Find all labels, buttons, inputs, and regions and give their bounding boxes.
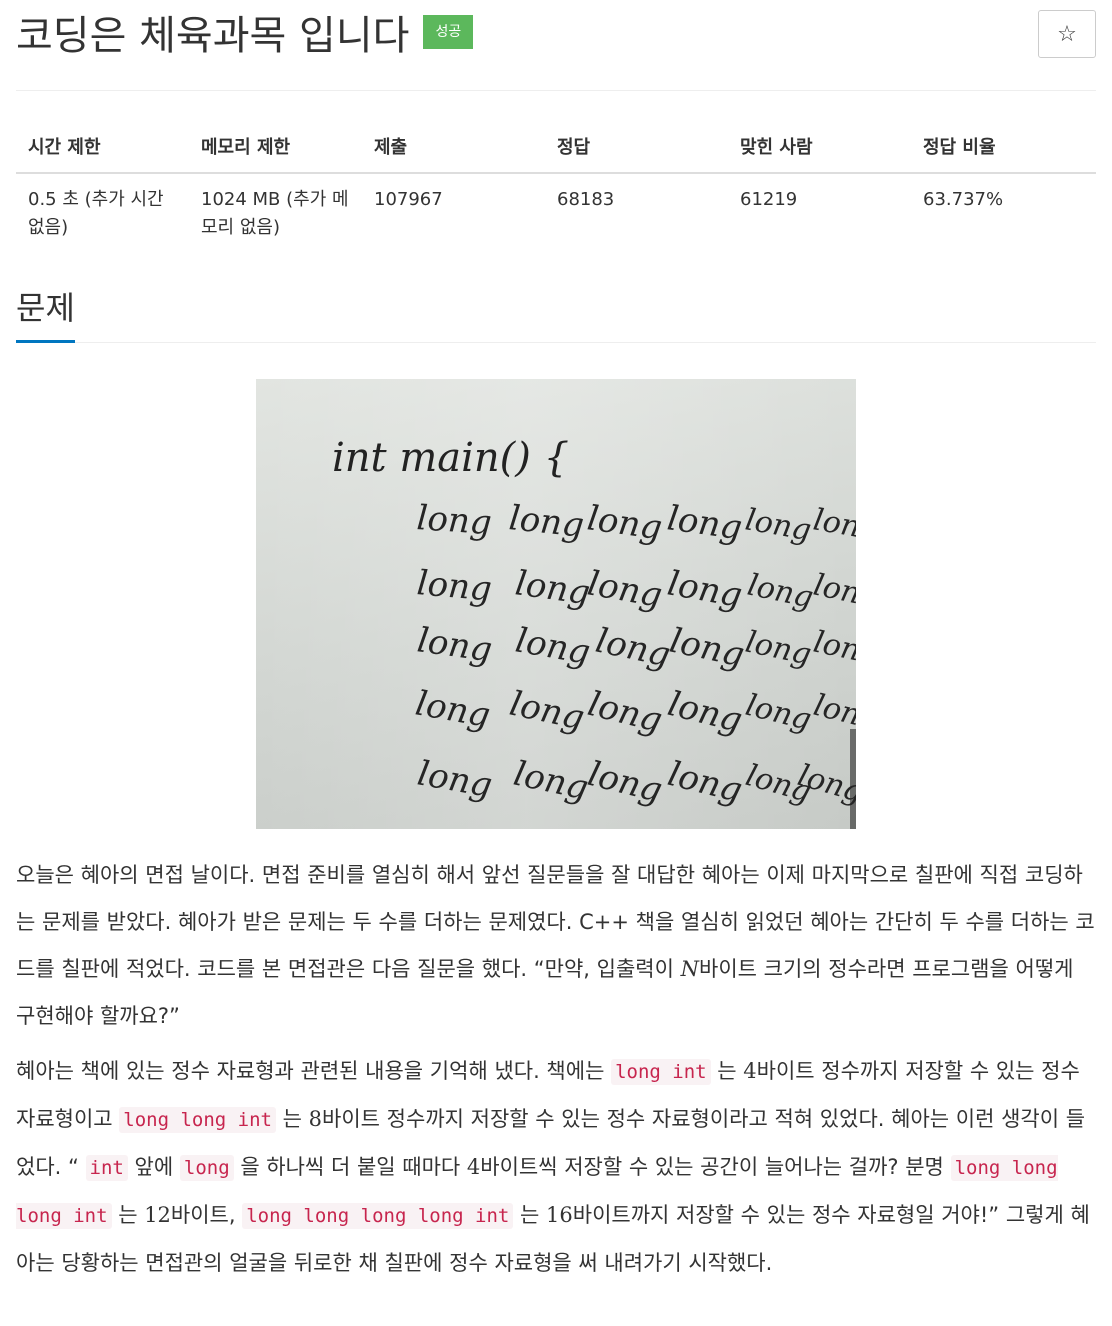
header-ratio: 정답 비율: [911, 120, 1096, 174]
star-icon: ☆: [1057, 21, 1077, 47]
header-accepted: 정답: [545, 120, 728, 174]
code-long-int: long int: [611, 1059, 711, 1085]
board-long-word: long: [415, 498, 493, 543]
status-badge: 성공: [423, 15, 474, 49]
whiteboard-image: int main() { long long long long long long lon…: [256, 379, 856, 829]
problem-title-text: 코딩은 체육과목 입니다: [16, 13, 410, 59]
p2-s8: 바이트씩 저장할 수 있는 공간이 늘어나는 걸까? 분명: [480, 1155, 951, 1179]
value-solvers: 61219: [740, 189, 798, 210]
code-long-long-long-long-int: long long long long int: [242, 1203, 514, 1229]
code-int: int: [85, 1155, 128, 1181]
problem-paragraph-1: 오늘은 혜아의 면접 날이다. 면접 준비를 열심히 해서 앞선 질문들을 잘 …: [16, 852, 1096, 1040]
info-header-row: 시간 제한 메모리 제한 제출 정답 맞힌 사람 정답 비율: [16, 120, 1096, 174]
problem-title: 코딩은 체육과목 입니다 성공: [16, 8, 474, 64]
problem-paragraph-2: 혜아는 책에 있는 정수 자료형과 관련된 내용을 기억해 냈다. 책에는 lo…: [16, 1048, 1096, 1287]
value-time-limit: 0.5 초 (추가 시간 없음): [28, 189, 164, 238]
header-submissions: 제출: [362, 120, 545, 174]
p2-s2: 는: [710, 1059, 744, 1083]
p2-n5: 16: [546, 1203, 573, 1227]
p2-s1: 혜아는 책에 있는 정수 자료형과 관련된 내용을 기억해 냈다. 책에는: [16, 1059, 612, 1083]
math-n: N: [680, 957, 699, 981]
problem-header: 코딩은 체육과목 입니다 성공 ☆: [16, 0, 1096, 91]
header-solvers: 맞힌 사람: [728, 120, 911, 174]
board-code-line: int main() {: [332, 435, 569, 481]
star-button[interactable]: ☆: [1038, 10, 1096, 58]
section-title: 문제: [16, 282, 75, 343]
header-memory-limit: 메모리 제한: [189, 120, 362, 174]
value-memory-limit: 1024 MB (추가 메모리 없음): [201, 189, 349, 238]
value-submissions: 107967: [374, 189, 443, 210]
p2-s6: 앞에: [127, 1155, 180, 1179]
problem-info-table: 시간 제한 메모리 제한 제출 정답 맞힌 사람 정답 비율 0.5 초 (추가…: [16, 120, 1096, 242]
board-long-word: long: [507, 498, 586, 546]
board-long-word: long: [415, 563, 493, 609]
problem-section-header: 문제: [16, 282, 1096, 343]
p2-s7: 을 하나씩 더 붙일 때마다: [233, 1155, 467, 1179]
p2-s11: 는: [513, 1203, 547, 1227]
p2-n3: 4: [466, 1155, 481, 1179]
p2-s9: 는: [111, 1203, 145, 1227]
header-time-limit: 시간 제한: [16, 120, 189, 174]
code-long: long: [179, 1155, 234, 1181]
p2-n4: 12: [144, 1203, 171, 1227]
value-ratio: 63.737%: [923, 189, 1004, 210]
p2-n2: 8: [308, 1107, 323, 1131]
whiteboard-drawing: int main() { long longlong longlonglonglon…: [256, 379, 856, 829]
p2-s10: 바이트,: [170, 1203, 243, 1227]
p2-s4: 는: [276, 1107, 309, 1131]
code-long-long-int: long long int: [119, 1107, 276, 1133]
p2-n1: 4: [743, 1059, 757, 1083]
info-value-row: 0.5 초 (추가 시간 없음) 1024 MB (추가 메모리 없음) 107…: [16, 173, 1096, 242]
value-accepted: 68183: [557, 189, 615, 210]
